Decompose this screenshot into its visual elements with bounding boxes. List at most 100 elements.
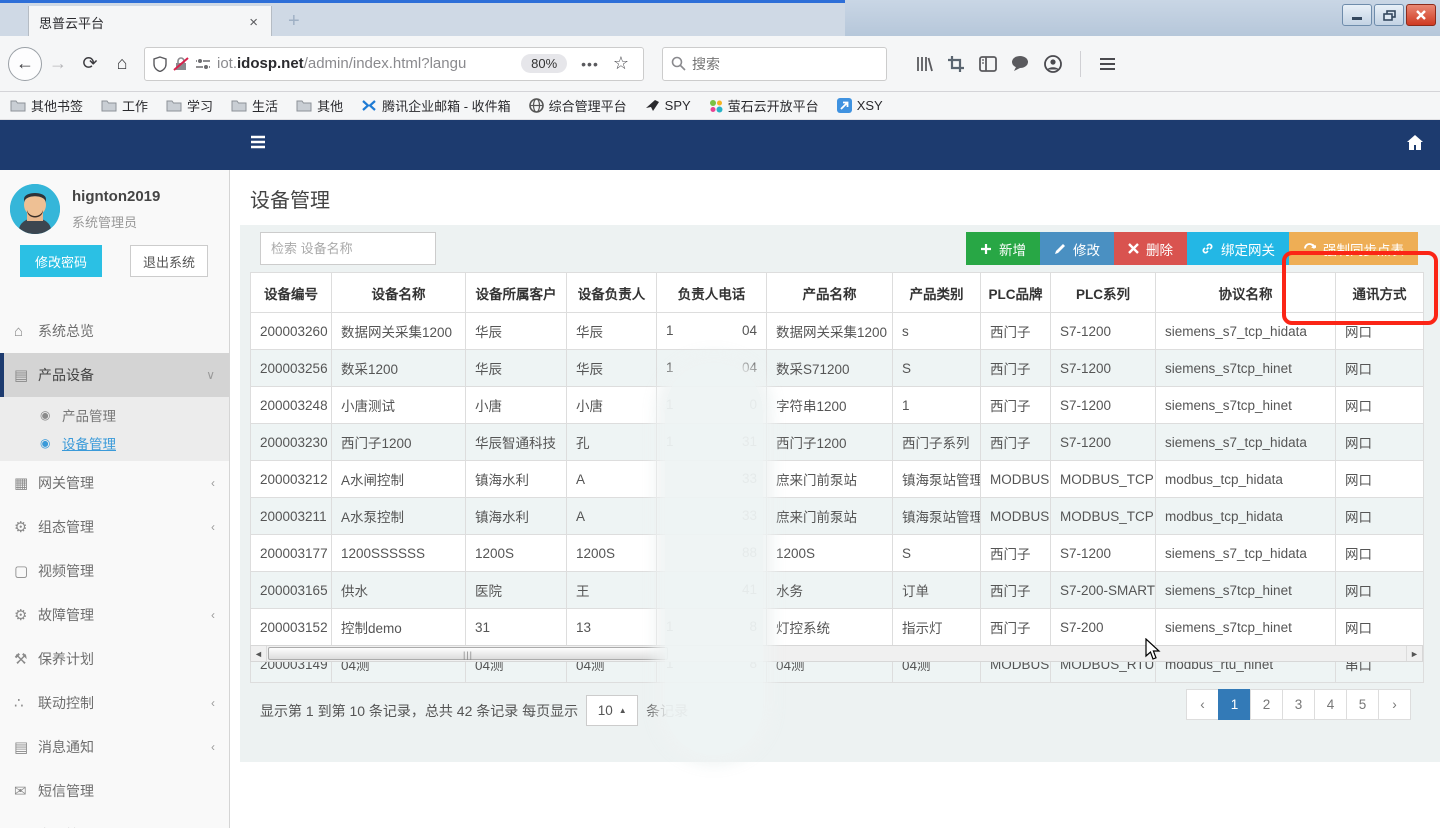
dot-circle-icon: ◉: [40, 408, 62, 422]
pagination-page-1[interactable]: 1: [1218, 689, 1251, 720]
table-row[interactable]: 2000031771200SSSSSS1200S1200S881200SS西门子…: [251, 535, 1424, 572]
tab-close-icon[interactable]: ×: [246, 14, 261, 31]
column-header[interactable]: 协议名称: [1156, 273, 1336, 313]
chat-icon[interactable]: [1011, 55, 1030, 72]
table-row[interactable]: 200003212A水闸控制镇海水利A33庶来门前泵站镇海泵站管理MODBUSM…: [251, 461, 1424, 498]
sidebar-item-2[interactable]: ▤产品设备∨: [0, 353, 229, 397]
bookmark-item[interactable]: 工作: [101, 96, 148, 115]
sidebar-item-6[interactable]: ⚙故障管理‹: [0, 593, 229, 637]
new-tab-button[interactable]: +: [288, 11, 300, 31]
bookmark-item[interactable]: 综合管理平台: [529, 96, 627, 115]
table-row[interactable]: 200003256数采1200华辰华辰104数采S71200S西门子S7-120…: [251, 350, 1424, 387]
sidebar-item-5[interactable]: ▢视频管理: [0, 549, 229, 593]
force-sync-button[interactable]: 强制同步点表: [1289, 232, 1418, 265]
table-cell: 西门子: [981, 572, 1051, 609]
sidebar-item-7[interactable]: ⚒保养计划: [0, 637, 229, 681]
submenu-item[interactable]: ◉产品管理: [0, 401, 229, 429]
sidebar-item-4[interactable]: ⚙组态管理‹: [0, 505, 229, 549]
sidebar-item-label: 保养计划: [38, 649, 215, 669]
pagination-next[interactable]: ›: [1378, 689, 1411, 720]
table-cell: 华辰: [466, 313, 567, 350]
pagination-page-4[interactable]: 4: [1314, 689, 1347, 720]
bookmark-item[interactable]: 生活: [231, 96, 278, 115]
table-row[interactable]: 200003248小唐测试小唐小唐10字符串12001西门子S7-1200sie…: [251, 387, 1424, 424]
sidebar-toggle-icon[interactable]: [979, 56, 997, 72]
column-header[interactable]: 通讯方式: [1336, 273, 1424, 313]
library-icon[interactable]: [915, 55, 933, 73]
logout-button[interactable]: 退出系统: [130, 245, 208, 277]
button-label: 修改: [1073, 239, 1100, 259]
device-search-input[interactable]: [260, 232, 436, 265]
reload-button[interactable]: ⟳: [74, 48, 106, 80]
table-cell: S7-1200: [1051, 387, 1156, 424]
avatar[interactable]: [10, 184, 60, 234]
user-name: hignton2019: [72, 188, 160, 205]
column-header[interactable]: PLC品牌: [981, 273, 1051, 313]
bookmark-item[interactable]: 其他: [296, 96, 343, 115]
permissions-icon[interactable]: [195, 57, 211, 71]
close-button[interactable]: [1406, 4, 1436, 26]
url-text[interactable]: iot.idosp.net/admin/index.html?langu: [217, 55, 515, 72]
column-header[interactable]: 设备所属客户: [466, 273, 567, 313]
bind-gateway-button[interactable]: 绑定网关: [1187, 232, 1289, 265]
browser-home-button[interactable]: ⌂: [106, 48, 138, 80]
app-home-icon[interactable]: [1406, 134, 1424, 151]
page-size-select[interactable]: 10▲: [586, 695, 638, 726]
screenshot-icon[interactable]: [947, 55, 965, 73]
sidebar-item-3[interactable]: ▦网关管理‹: [0, 461, 229, 505]
minimize-button[interactable]: [1342, 4, 1372, 26]
column-header[interactable]: PLC系列: [1051, 273, 1156, 313]
restore-button[interactable]: [1374, 4, 1404, 26]
column-header[interactable]: 负责人电话: [657, 273, 767, 313]
edit-button[interactable]: 修改: [1040, 232, 1114, 265]
page-actions-icon[interactable]: •••: [573, 56, 607, 72]
column-header[interactable]: 产品类别: [893, 273, 981, 313]
pagination-page-2[interactable]: 2: [1250, 689, 1283, 720]
bookmark-item[interactable]: 腾讯企业邮箱 - 收件箱: [361, 96, 511, 115]
browser-search-input[interactable]: [692, 56, 878, 72]
delete-button[interactable]: 删除: [1114, 232, 1187, 265]
change-password-button[interactable]: 修改密码: [20, 245, 102, 277]
bookmark-item[interactable]: 萤石云开放平台: [709, 96, 819, 115]
column-header[interactable]: 设备名称: [332, 273, 466, 313]
menu-icon[interactable]: [1099, 57, 1116, 71]
bookmark-star-icon[interactable]: ☆: [613, 53, 635, 74]
column-header[interactable]: 产品名称: [767, 273, 893, 313]
sidebar-item-10[interactable]: ✉短信管理: [0, 769, 229, 813]
bookmark-item[interactable]: SPY: [645, 98, 691, 113]
sidebar-item-1[interactable]: ⌂系统总览: [0, 309, 229, 353]
column-header[interactable]: 设备负责人: [567, 273, 657, 313]
table-cell: 1200S: [767, 535, 893, 572]
table-row[interactable]: 200003165供水医院王41水务订单西门子S7-200-SMARTsieme…: [251, 572, 1424, 609]
sidebar-collapse-icon[interactable]: [250, 135, 266, 149]
pagination-page-5[interactable]: 5: [1346, 689, 1379, 720]
table-row[interactable]: 200003260数据网关采集1200华辰华辰104数据网关采集1200s西门子…: [251, 313, 1424, 350]
bookmark-item[interactable]: XSY: [837, 98, 883, 113]
scroll-left-icon[interactable]: ◄: [251, 646, 267, 661]
chevron-left-icon: ‹: [211, 520, 215, 534]
bookmark-item[interactable]: 其他书签: [10, 96, 83, 115]
back-button[interactable]: ←: [8, 47, 42, 81]
browser-tab[interactable]: 思普云平台 ×: [28, 6, 272, 39]
table-row[interactable]: 200003230西门子1200华辰智通科技孔131西门子1200西门子系列西门…: [251, 424, 1424, 461]
pagination-prev[interactable]: ‹: [1186, 689, 1219, 720]
url-bar[interactable]: iot.idosp.net/admin/index.html?langu 80%…: [144, 47, 644, 81]
bookmark-item[interactable]: 学习: [166, 96, 213, 115]
horizontal-scrollbar[interactable]: ◄ ||| ►: [250, 645, 1423, 662]
zoom-level-badge[interactable]: 80%: [521, 54, 567, 73]
summary-prefix: 显示第 1 到第 10 条记录，总共 42 条记录 每页显示: [260, 701, 578, 721]
table-row[interactable]: 200003152控制demo311318灯控系统指示灯西门子S7-200sie…: [251, 609, 1424, 646]
sidebar-item-8[interactable]: ∴联动控制‹: [0, 681, 229, 725]
table-row[interactable]: 200003211A水泵控制镇海水利A33庶来门前泵站镇海泵站管理MODBUSM…: [251, 498, 1424, 535]
pagination-page-3[interactable]: 3: [1282, 689, 1315, 720]
column-header[interactable]: 设备编号: [251, 273, 332, 313]
browser-search-bar[interactable]: [662, 47, 887, 81]
forward-button[interactable]: →: [42, 48, 74, 80]
sidebar-item-11[interactable]: ▦空间管理: [0, 813, 229, 828]
scroll-right-icon[interactable]: ►: [1406, 646, 1422, 661]
submenu-item[interactable]: ◉设备管理: [0, 429, 229, 457]
add-button[interactable]: 新增: [966, 232, 1040, 265]
account-icon[interactable]: [1044, 55, 1062, 73]
sidebar-item-9[interactable]: ▤消息通知‹: [0, 725, 229, 769]
scrollbar-thumb[interactable]: |||: [268, 647, 668, 660]
